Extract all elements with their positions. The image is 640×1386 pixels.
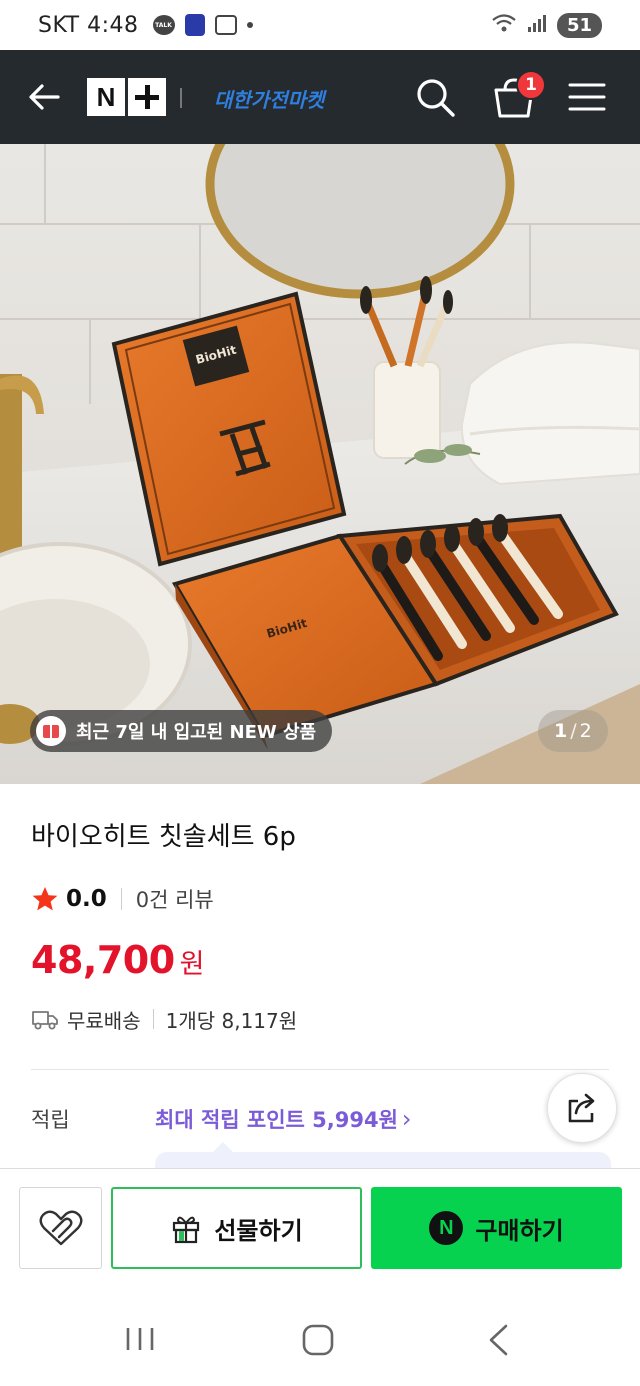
image-page-indicator: 1 / 2 — [538, 710, 608, 752]
battery-indicator: 51 — [556, 12, 602, 38]
header-divider — [180, 88, 182, 108]
share-button[interactable] — [547, 1073, 617, 1143]
wifi-icon — [491, 13, 517, 38]
naver-plus-logo[interactable]: N — [87, 78, 167, 116]
price-row: 48,700 원 — [31, 938, 204, 982]
status-carrier: SKT 4:48 — [38, 12, 139, 38]
status-bar: SKT 4:48 TALK 51 — [0, 0, 640, 50]
plus-icon — [128, 78, 166, 116]
back-icon[interactable] — [486, 1324, 510, 1356]
system-nav-bar — [0, 1286, 640, 1386]
unit-price: 1개당 8,117원 — [165, 1008, 298, 1033]
app-header: N 대한가전마켓 1 — [0, 50, 640, 144]
points-label: 적립 — [31, 1108, 70, 1132]
delivery-divider — [152, 1009, 154, 1029]
kakaotalk-icon: TALK — [152, 15, 175, 35]
truck-icon — [32, 1011, 58, 1030]
section-divider — [31, 1069, 609, 1070]
buy-button[interactable]: N 구매하기 — [371, 1187, 622, 1269]
app-notification-icon — [184, 14, 205, 36]
store-name[interactable]: 대한가전마켓 — [214, 84, 324, 113]
rating-row[interactable]: 0.0 0건 리뷰 — [31, 881, 214, 917]
new-arrival-text: 최근 7일 내 입고된 NEW 상품 — [76, 722, 317, 743]
max-points-link[interactable]: 최대 적립 포인트 5,994원 › — [155, 1104, 412, 1134]
delivery-row: 무료배송 1개당 8,117원 — [31, 1004, 297, 1034]
wishlist-button[interactable] — [19, 1187, 102, 1269]
screenshot-icon — [214, 15, 237, 35]
product-title: 바이오히트 칫솔세트 6p — [31, 822, 296, 852]
product-photo: BioHitBioHit — [0, 144, 640, 784]
search-icon[interactable] — [414, 76, 456, 118]
heart-icon — [39, 1210, 82, 1246]
gift-button-label: 선물하기 — [214, 1216, 303, 1245]
delivery-info: 무료배송 — [67, 1008, 141, 1033]
price-unit: 원 — [179, 949, 205, 980]
price-value: 48,700 — [31, 938, 175, 982]
cart-count-badge: 1 — [516, 70, 546, 100]
more-notifications-icon — [246, 22, 253, 28]
bottom-action-bar: 선물하기 N 구매하기 — [0, 1168, 640, 1286]
hamburger-menu-icon[interactable] — [568, 80, 606, 114]
naverpay-icon: N — [429, 1211, 464, 1245]
chevron-right-icon: › — [401, 1105, 412, 1133]
signal-icon — [527, 13, 547, 38]
review-count-link[interactable]: 0건 리뷰 — [136, 884, 214, 914]
product-image-carousel[interactable]: BioHit BioHit 최근 7일 내 입고된 NEW 상품 1 / 2 — [0, 144, 640, 784]
gift-button[interactable]: 선물하기 — [111, 1187, 362, 1269]
share-icon — [568, 1093, 595, 1123]
rating-divider — [120, 888, 122, 910]
recent-apps-icon[interactable] — [124, 1326, 156, 1352]
home-icon[interactable] — [302, 1324, 334, 1356]
rating-value: 0.0 — [66, 886, 107, 912]
back-arrow-icon[interactable] — [24, 77, 64, 117]
buy-button-label: 구매하기 — [475, 1216, 564, 1245]
star-icon — [32, 887, 58, 911]
gift-box-icon — [36, 716, 66, 746]
new-arrival-badge: 최근 7일 내 입고된 NEW 상품 — [30, 710, 333, 752]
gift-icon — [173, 1216, 200, 1244]
logo-n: N — [87, 78, 125, 116]
